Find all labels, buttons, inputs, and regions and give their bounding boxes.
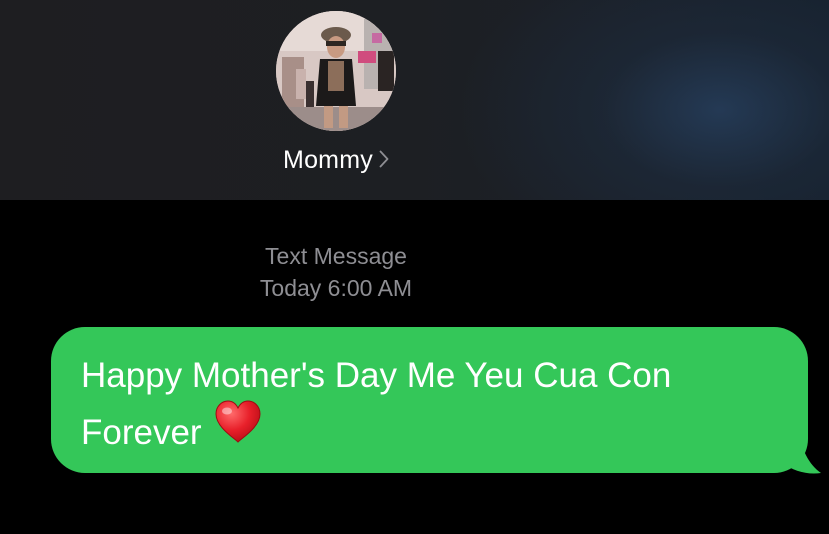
message-timestamp: Today 6:00 AM (259, 275, 413, 301)
message-bubble[interactable]: Happy Mother's Day Me Yeu Cua Con Foreve… (51, 327, 808, 473)
contact-name-row[interactable]: Mommy (0, 143, 672, 177)
thread-meta: Text Message Today 6:00 AM (0, 240, 672, 304)
contact-photo-image (276, 11, 396, 131)
contact-name[interactable]: Mommy (283, 143, 373, 177)
outgoing-message[interactable]: Happy Mother's Day Me Yeu Cua Con Foreve… (51, 327, 823, 477)
contact-avatar[interactable] (276, 11, 396, 131)
conversation-header: Mommy (0, 0, 829, 200)
service-label: Text Message (265, 243, 407, 269)
message-text-line-1: Happy Mother's Day Me Yeu Cua Con (81, 356, 672, 395)
message-text-line-2-row: Forever (81, 400, 778, 461)
messages-conversation-screen: Mommy Text Message Today 6:00 AM Happy M… (0, 0, 829, 534)
chevron-right-icon[interactable] (379, 150, 389, 173)
message-text-line-2: Forever (81, 413, 202, 452)
red-heart-emoji (214, 400, 262, 461)
